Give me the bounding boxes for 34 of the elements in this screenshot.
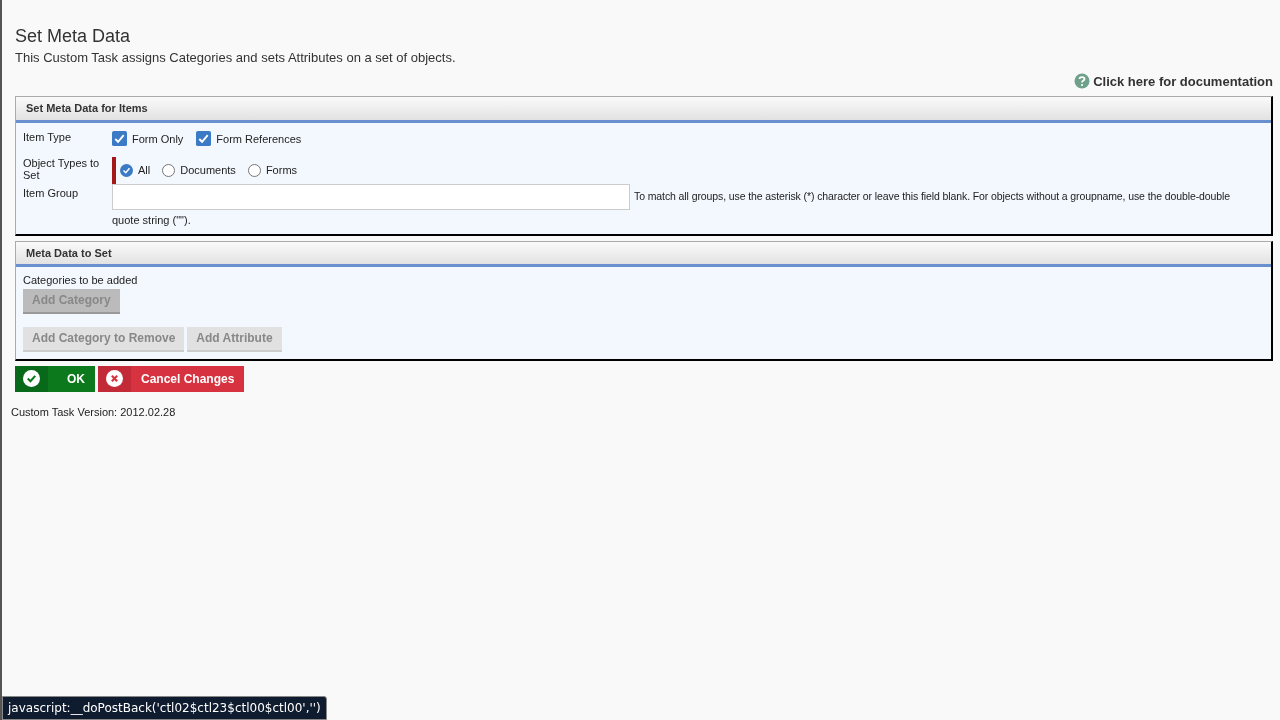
item-group-input[interactable] — [112, 184, 630, 210]
panel-header: Set Meta Data for Items — [16, 97, 1271, 123]
checkbox[interactable] — [196, 131, 212, 147]
item-group-hint: quote string (""). — [112, 213, 191, 228]
add-button[interactable]: Add Category to Remove — [23, 326, 185, 352]
page-title: Set Meta Data — [15, 26, 132, 46]
radio-button[interactable] — [120, 164, 133, 177]
version-text: Custom Task Version: 2012.02.28 — [10, 404, 177, 420]
add-button[interactable]: Add Attribute — [187, 326, 282, 352]
documentation-link[interactable]: Click here for documentation — [1074, 71, 1273, 91]
checkbox[interactable] — [112, 131, 127, 147]
radio-button[interactable] — [247, 164, 261, 177]
checkmark-icon — [112, 131, 127, 147]
checkmark-icon — [122, 166, 131, 175]
page-subtitle: This Custom Task assigns Categories and sets Attributes on a set of objects. — [15, 49, 457, 67]
close-icon — [106, 370, 123, 387]
field-label: Object Types to Set — [23, 157, 101, 183]
checkbox-label: Form Only — [132, 131, 184, 147]
checkmark-icon — [196, 131, 212, 147]
help-icon — [1074, 73, 1091, 90]
categories-label: Categories to be added — [23, 273, 139, 288]
radio-label: Forms — [265, 163, 298, 179]
item-group-hint: To match all groups, use the asterisk (*) character or leave this field blank. For objects without a groupname, use the double-double — [634, 189, 1231, 205]
field-label: Item Group — [23, 186, 80, 201]
radio-button[interactable] — [162, 164, 176, 177]
field-label: Item Type — [23, 129, 73, 145]
panel-header: Meta Data to Set — [16, 241, 1271, 267]
cancel-button[interactable]: Cancel Changes — [98, 365, 245, 392]
status-bar: javascript:__doPostBack('ctl02$ctl23$ctl00$ctl00','') — [2, 696, 327, 720]
radio-label: All — [138, 163, 151, 179]
radio-label: Documents — [180, 163, 236, 179]
check-icon — [23, 370, 40, 387]
ok-button[interactable]: OK — [15, 365, 95, 392]
checkbox-label: Form References — [216, 131, 302, 147]
